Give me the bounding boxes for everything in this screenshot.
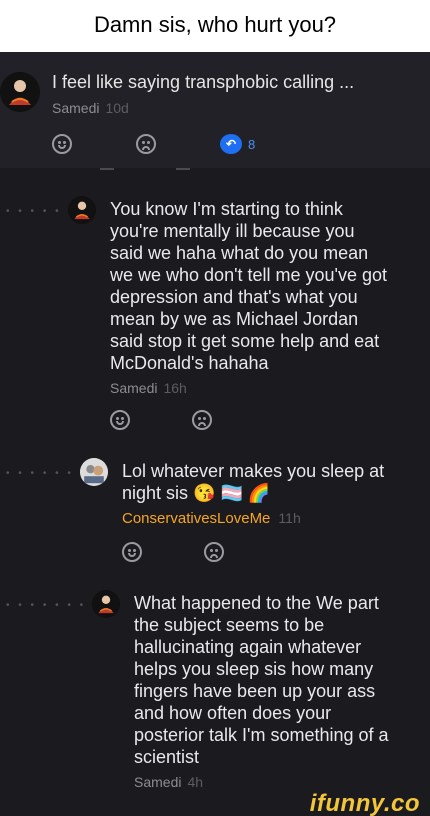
- comment-text: You know I'm starting to think you're me…: [110, 198, 387, 374]
- comment-bubble-icon: ↶: [220, 134, 242, 154]
- reply-count: 8: [248, 137, 256, 152]
- comment-author[interactable]: Samedi: [134, 774, 181, 790]
- meme-caption: Damn sis, who hurt you?: [0, 0, 430, 52]
- thread-indicator: • • • • •: [6, 206, 62, 217]
- post-author[interactable]: Samedi: [52, 100, 99, 116]
- divider: [100, 164, 114, 170]
- comment-line: you're mentally ill because you: [110, 221, 355, 241]
- comment-line: said we haha what do you mean: [110, 243, 369, 263]
- smile-reaction-icon[interactable]: [52, 134, 72, 154]
- comment-line: said stop it get some help and eat: [110, 331, 380, 351]
- smile-reaction-icon[interactable]: [110, 410, 130, 430]
- comment-text: What happened to the We part the subject…: [134, 592, 389, 768]
- comment-meta: Samedi 16h: [110, 380, 187, 396]
- comments-screen: I feel like saying transphobic calling .…: [0, 52, 430, 816]
- comment-line: McDonald's hahaha: [110, 353, 269, 373]
- thread-indicator: • • • • • • •: [6, 600, 87, 611]
- frown-reaction-icon[interactable]: [192, 410, 212, 430]
- parent-comment[interactable]: I feel like saying transphobic calling .…: [0, 52, 430, 170]
- comment-line: You know I'm starting to think: [110, 199, 343, 219]
- comment-line: What happened to the We part: [134, 593, 379, 613]
- comment-line: scientist: [134, 747, 200, 767]
- user-avatar[interactable]: [68, 196, 96, 224]
- comment-line: fingers have been up your ass: [134, 681, 376, 701]
- comment-line: night sis 😘 🏳️‍⚧️ 🌈: [122, 483, 271, 503]
- comment-text: Lol whatever makes you sleep at night si…: [122, 460, 384, 504]
- comment-line: and how often does your: [134, 703, 332, 723]
- user-avatar[interactable]: [80, 458, 108, 486]
- comment-line: hallucinating again whatever: [134, 637, 362, 657]
- frown-reaction-icon[interactable]: [204, 542, 224, 562]
- post-title[interactable]: I feel like saying transphobic calling .…: [52, 72, 422, 93]
- comment-age: 4h: [187, 774, 204, 790]
- comment-meta: Samedi 4h: [134, 774, 203, 790]
- smile-reaction-icon[interactable]: [122, 542, 142, 562]
- comment-age: 16h: [163, 380, 187, 396]
- thread-indicator: • • • • • •: [6, 468, 74, 479]
- comment-line: the subject seems to be: [134, 615, 325, 635]
- comment-meta: ConservativesLoveMe 11h: [122, 510, 301, 527]
- post-meta: Samedi 10d: [52, 100, 129, 116]
- user-avatar[interactable]: [0, 72, 40, 112]
- comment-author[interactable]: Samedi: [110, 380, 157, 396]
- user-avatar[interactable]: [92, 590, 120, 618]
- divider: [176, 164, 190, 170]
- comment-line: Lol whatever makes you sleep at: [122, 461, 385, 481]
- comment-age: 11h: [278, 510, 301, 526]
- comment-author[interactable]: ConservativesLoveMe: [122, 510, 270, 527]
- comment-line: depression and that's what you: [110, 287, 358, 307]
- comment-line: mean by we as Michael Jordan: [110, 309, 359, 329]
- comment-line: we we who don't tell me you've got: [110, 265, 388, 285]
- post-age: 10d: [105, 100, 129, 116]
- comment-line: posterior talk I'm something of a: [134, 725, 389, 745]
- comment-line: helps you sleep sis how many: [134, 659, 374, 679]
- frown-reaction-icon[interactable]: [136, 134, 156, 154]
- site-watermark: ifunny.co: [309, 790, 420, 816]
